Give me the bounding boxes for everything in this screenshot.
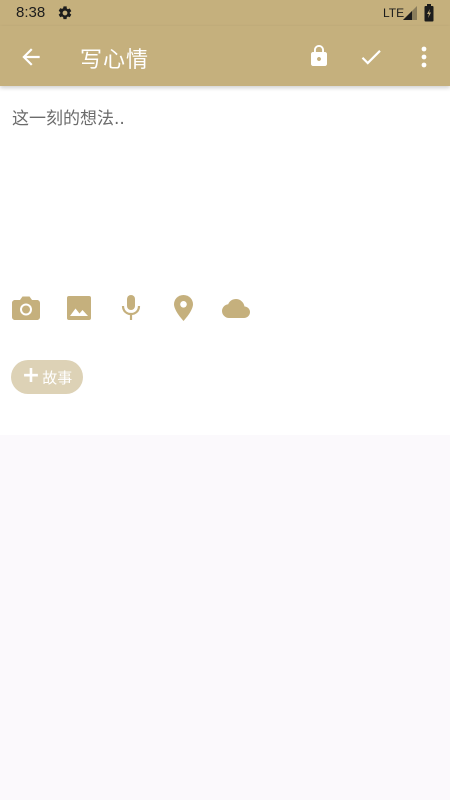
mic-icon[interactable]	[120, 294, 142, 322]
lock-icon[interactable]	[307, 43, 331, 69]
battery-icon	[424, 4, 434, 22]
attachment-toolbar	[0, 294, 450, 324]
editor-area: + 故事	[0, 86, 450, 435]
image-icon[interactable]	[66, 294, 92, 322]
signal-icon	[403, 6, 417, 20]
story-label: 故事	[42, 368, 73, 387]
mood-text-input[interactable]	[12, 104, 432, 264]
cloud-icon[interactable]	[221, 294, 251, 322]
gear-icon	[58, 6, 72, 20]
app-bar: 写心情	[0, 26, 450, 86]
status-time: 8:38	[16, 4, 46, 21]
page-title: 写心情	[80, 48, 150, 73]
plus-icon: +	[21, 363, 41, 388]
arrow-back-icon[interactable]	[18, 44, 44, 70]
check-icon[interactable]	[358, 44, 384, 70]
status-bar: 8:38 LTE	[0, 0, 450, 26]
network-type: LTE	[383, 6, 405, 20]
location-icon[interactable]	[173, 294, 194, 322]
more-vert-icon[interactable]	[413, 44, 435, 70]
add-story-button[interactable]: + 故事	[11, 360, 83, 394]
camera-icon[interactable]	[11, 294, 41, 322]
